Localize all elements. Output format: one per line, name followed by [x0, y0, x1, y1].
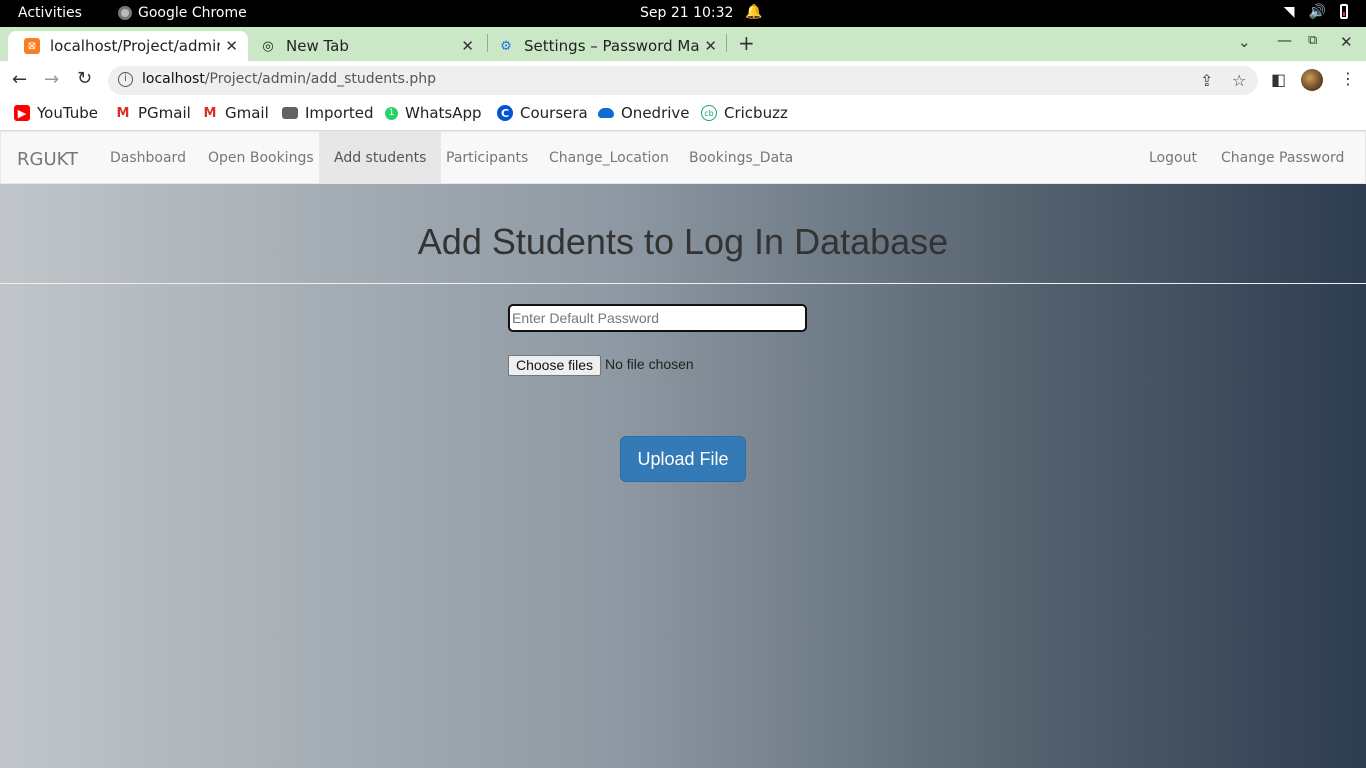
close-tab-icon[interactable]: ✕ — [225, 37, 238, 55]
upload-file-button[interactable]: Upload File — [620, 436, 746, 482]
nav-add-students[interactable]: Add students — [319, 132, 442, 184]
back-arrow-icon[interactable]: ← — [12, 69, 27, 90]
system-top-bar: Activities Google Chrome Sep 21 10:32 🔔 … — [0, 0, 1366, 27]
chrome-icon: ◎ — [262, 38, 274, 54]
bookmark-star-icon[interactable]: ☆ — [1232, 71, 1246, 90]
battery-icon — [1340, 4, 1348, 19]
choose-files-button[interactable]: Choose files — [508, 355, 601, 376]
tab-title: New Tab — [286, 37, 349, 55]
new-tab-plus-icon[interactable]: + — [738, 31, 755, 55]
coursera-icon: C — [497, 105, 513, 121]
app-name: Google Chrome — [138, 5, 247, 21]
url-host: localhost — [142, 71, 205, 87]
bookmark-label: YouTube — [37, 104, 98, 122]
kebab-menu-icon[interactable]: ⋮ — [1340, 69, 1356, 88]
nav-logout[interactable]: Logout — [1134, 132, 1212, 184]
system-tray[interactable]: ◥ 🔊 — [1284, 4, 1348, 20]
site-info-icon[interactable]: i — [118, 72, 133, 87]
bookmark-label: Onedrive — [621, 104, 690, 122]
gmail-icon: M — [203, 105, 217, 121]
nav-bookings-data[interactable]: Bookings_Data — [674, 132, 808, 184]
whatsapp-icon: 1 — [385, 106, 398, 120]
bookmark-pgmail[interactable]: M PGmail — [115, 104, 191, 122]
reload-icon[interactable]: ↻ — [77, 68, 92, 89]
cricbuzz-icon: cb — [701, 105, 717, 121]
tab-strip: ⊠ localhost/Project/admin/ ✕ ◎ New Tab ✕… — [0, 27, 1366, 61]
share-icon[interactable]: ⇪ — [1200, 71, 1213, 90]
tab-new-tab[interactable]: ◎ New Tab ✕ — [244, 31, 484, 61]
cloud-icon — [598, 108, 614, 118]
page-content: RGUKT Dashboard Open Bookings Add studen… — [0, 131, 1366, 768]
file-status: No file chosen — [605, 356, 694, 372]
bookmark-cricbuzz[interactable]: cb Cricbuzz — [701, 104, 788, 122]
notification-bell-icon[interactable]: 🔔 — [745, 4, 762, 20]
folder-icon — [282, 107, 298, 119]
wifi-icon: ◥ — [1283, 4, 1295, 20]
tab-title: Settings – Password Mana — [524, 37, 700, 55]
bookmark-onedrive[interactable]: Onedrive — [598, 104, 690, 122]
bookmarks-bar: ▶ YouTube M PGmail M Gmail Imported 1 WhatsA… — [0, 99, 1366, 131]
url-text: localhost/Project/admin/add_students.php — [142, 71, 436, 87]
url-path: /Project/admin/add_students.php — [204, 71, 437, 87]
tab-separator — [726, 34, 727, 52]
tab-search-chevron-icon[interactable]: ⌄ — [1238, 33, 1251, 51]
close-tab-icon[interactable]: ✕ — [704, 37, 717, 55]
navbar-brand[interactable]: RGUKT — [17, 149, 78, 170]
tab-settings[interactable]: ⚙ Settings – Password Mana ✕ — [482, 31, 727, 61]
nav-change-location[interactable]: Change_Location — [534, 132, 684, 184]
restore-icon[interactable]: ⧉ — [1308, 33, 1317, 48]
xampp-icon: ⊠ — [24, 38, 40, 54]
forward-arrow-icon[interactable]: → — [44, 69, 59, 90]
bookmark-label: Gmail — [225, 104, 269, 122]
app-menu[interactable]: Google Chrome — [118, 5, 247, 21]
bookmark-label: Coursera — [520, 104, 588, 122]
activities-button[interactable]: Activities — [18, 5, 82, 21]
nav-change-password[interactable]: Change Password — [1206, 132, 1359, 184]
close-window-icon[interactable]: ✕ — [1340, 33, 1353, 51]
page-title: Add Students to Log In Database — [417, 221, 949, 262]
youtube-icon: ▶ — [14, 105, 30, 121]
nav-participants[interactable]: Participants — [431, 132, 543, 184]
volume-icon: 🔊 — [1308, 4, 1326, 20]
divider — [0, 283, 1366, 284]
nav-dashboard[interactable]: Dashboard — [95, 132, 201, 184]
bookmark-label: Cricbuzz — [724, 104, 788, 122]
tab-add-students[interactable]: ⊠ localhost/Project/admin/ ✕ — [8, 31, 248, 61]
bookmark-label: PGmail — [138, 104, 191, 122]
gear-icon: ⚙ — [500, 38, 512, 54]
default-password-input[interactable] — [508, 304, 807, 332]
bookmark-coursera[interactable]: C Coursera — [497, 104, 588, 122]
bookmark-gmail[interactable]: M Gmail — [202, 104, 269, 122]
nav-open-bookings[interactable]: Open Bookings — [193, 132, 329, 184]
address-bar[interactable]: i localhost/Project/admin/add_students.p… — [108, 66, 1258, 95]
bookmark-youtube[interactable]: ▶ YouTube — [14, 104, 98, 122]
chrome-icon — [118, 6, 132, 20]
bookmark-label: Imported — [305, 104, 374, 122]
clock[interactable]: Sep 21 10:32 — [640, 5, 733, 21]
bookmark-label: WhatsApp — [405, 104, 482, 122]
minimize-icon[interactable]: — — [1277, 31, 1292, 49]
tab-title: localhost/Project/admin/ — [50, 37, 220, 55]
bookmark-whatsapp[interactable]: 1 WhatsApp — [385, 104, 482, 122]
gmail-icon: M — [116, 105, 130, 121]
bookmark-imported[interactable]: Imported — [282, 104, 374, 122]
profile-avatar[interactable] — [1301, 69, 1323, 91]
site-navbar: RGUKT Dashboard Open Bookings Add studen… — [0, 131, 1366, 184]
side-panel-icon[interactable]: ◧ — [1271, 70, 1286, 89]
close-tab-icon[interactable]: ✕ — [461, 37, 474, 55]
